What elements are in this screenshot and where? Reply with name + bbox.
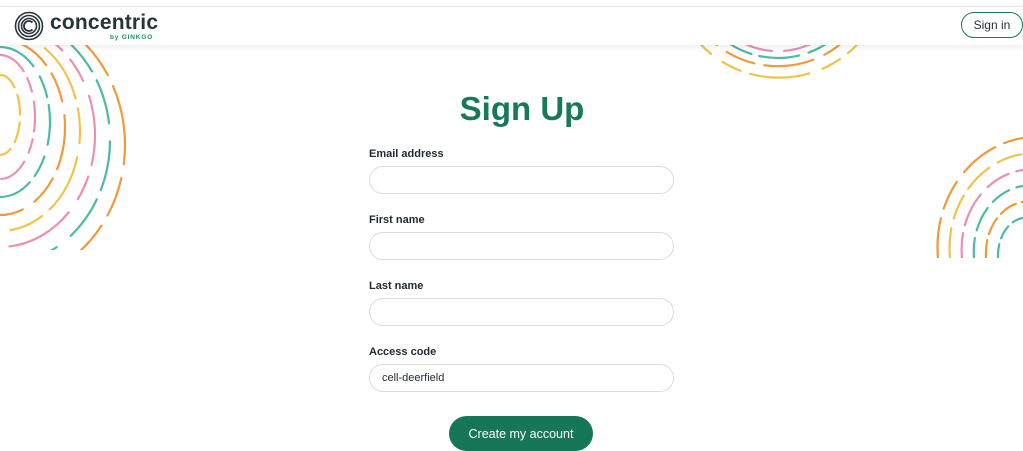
last-name-field[interactable]	[369, 298, 674, 326]
create-account-button[interactable]: Create my account	[449, 416, 593, 451]
email-label: Email address	[369, 148, 444, 160]
access-code-field[interactable]	[369, 364, 674, 392]
first-name-label: First name	[369, 214, 425, 226]
last-name-label: Last name	[369, 280, 424, 292]
top-nav: concentric by GINKGO Sign in	[0, 7, 1023, 45]
decorative-arcs-right	[930, 130, 1023, 258]
page-title: Sign Up	[459, 90, 585, 127]
first-name-field[interactable]	[369, 232, 674, 260]
logo[interactable]: concentric by GINKGO	[14, 10, 158, 42]
top-strip	[0, 0, 1023, 7]
access-code-label: Access code	[369, 346, 437, 358]
sign-in-button[interactable]: Sign in	[961, 12, 1023, 38]
brand-name: concentric	[50, 11, 159, 34]
decorative-arcs-left	[0, 45, 140, 250]
concentric-logo-icon	[14, 11, 44, 41]
email-field[interactable]	[369, 166, 674, 194]
decorative-arcs-top	[668, 45, 893, 100]
brand-subtitle: by GINKGO	[110, 34, 153, 41]
